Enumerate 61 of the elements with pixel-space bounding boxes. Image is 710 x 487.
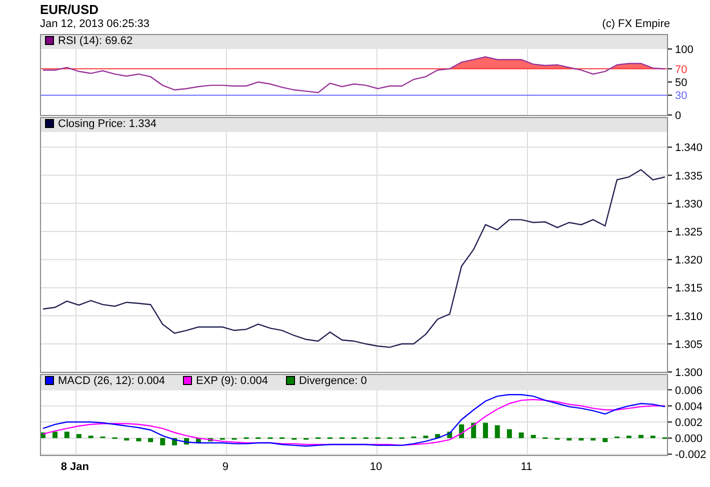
histogram-bar — [52, 431, 58, 438]
histogram-bar — [482, 422, 488, 438]
axis-label: 0.004 — [675, 400, 703, 413]
legend-item: EXP (9): 0.004 — [183, 375, 268, 388]
legend-item: RSI (14): 69.62 — [45, 35, 133, 48]
timestamp: Jan 12, 2013 06:25:33 — [40, 18, 150, 31]
histogram-bar — [208, 438, 213, 442]
histogram-bar — [160, 438, 166, 446]
histogram-bar — [124, 438, 130, 440]
axis-label: 1.310 — [675, 310, 703, 323]
histogram-bar — [626, 435, 632, 438]
histogram-bar — [76, 434, 82, 438]
axis-label: 50 — [675, 76, 688, 89]
axis-label: 8 Jan — [60, 460, 89, 473]
histogram-bar — [590, 438, 596, 440]
histogram-bar — [602, 438, 608, 442]
axis-label: 1.315 — [675, 282, 703, 294]
histogram-bar — [88, 435, 94, 438]
axis-label: 100 — [675, 44, 694, 56]
histogram-bar — [64, 431, 70, 438]
histogram-bar — [136, 438, 142, 442]
histogram-bar — [148, 438, 154, 442]
axis-label: 0.006 — [675, 384, 703, 397]
axis-label: 0.002 — [675, 416, 703, 429]
axis-label: 0 — [675, 110, 682, 122]
histogram-bar — [494, 425, 500, 438]
legend-item: Divergence: 0 — [286, 375, 367, 388]
axis-label: 1.325 — [675, 226, 703, 238]
histogram-bar — [530, 434, 536, 438]
axis-label: -0.002 — [675, 448, 706, 461]
axis-label: 1.305 — [675, 338, 703, 351]
axis-label: 10 — [370, 460, 382, 473]
histogram-bar — [435, 434, 440, 438]
chart-title: EUR/USD — [40, 2, 100, 18]
axis-label: 1.335 — [675, 170, 703, 182]
copyright-notice: (c) FX Empire — [602, 18, 670, 31]
axis-label: 70 — [675, 64, 688, 76]
histogram-bar — [578, 438, 584, 440]
axis-label: 11 — [520, 460, 532, 473]
legend-item: MACD (26, 12): 0.004 — [45, 375, 165, 388]
histogram-bar — [447, 431, 452, 438]
axis-label: 0.000 — [675, 432, 703, 445]
histogram-bar — [184, 438, 190, 444]
histogram-bar — [459, 424, 464, 438]
histogram-bar — [518, 432, 524, 438]
histogram-bar — [423, 435, 428, 438]
histogram-bar — [638, 434, 644, 438]
axis-label: 9 — [222, 460, 228, 473]
axis-label: 1.300 — [675, 366, 703, 379]
legend-item: Closing Price: 1.334 — [45, 118, 156, 132]
histogram-bar — [196, 438, 201, 443]
histogram-bar — [566, 438, 572, 440]
histogram-bar — [650, 435, 656, 438]
histogram-bar — [506, 429, 512, 438]
axis-label: 1.340 — [675, 142, 703, 154]
histogram-bar — [471, 422, 476, 438]
histogram-bar — [172, 438, 177, 446]
axis-label: 30 — [675, 90, 688, 102]
histogram-bar — [41, 432, 46, 438]
axis-label: 1.320 — [675, 254, 703, 266]
axis-label: 1.330 — [675, 198, 703, 210]
